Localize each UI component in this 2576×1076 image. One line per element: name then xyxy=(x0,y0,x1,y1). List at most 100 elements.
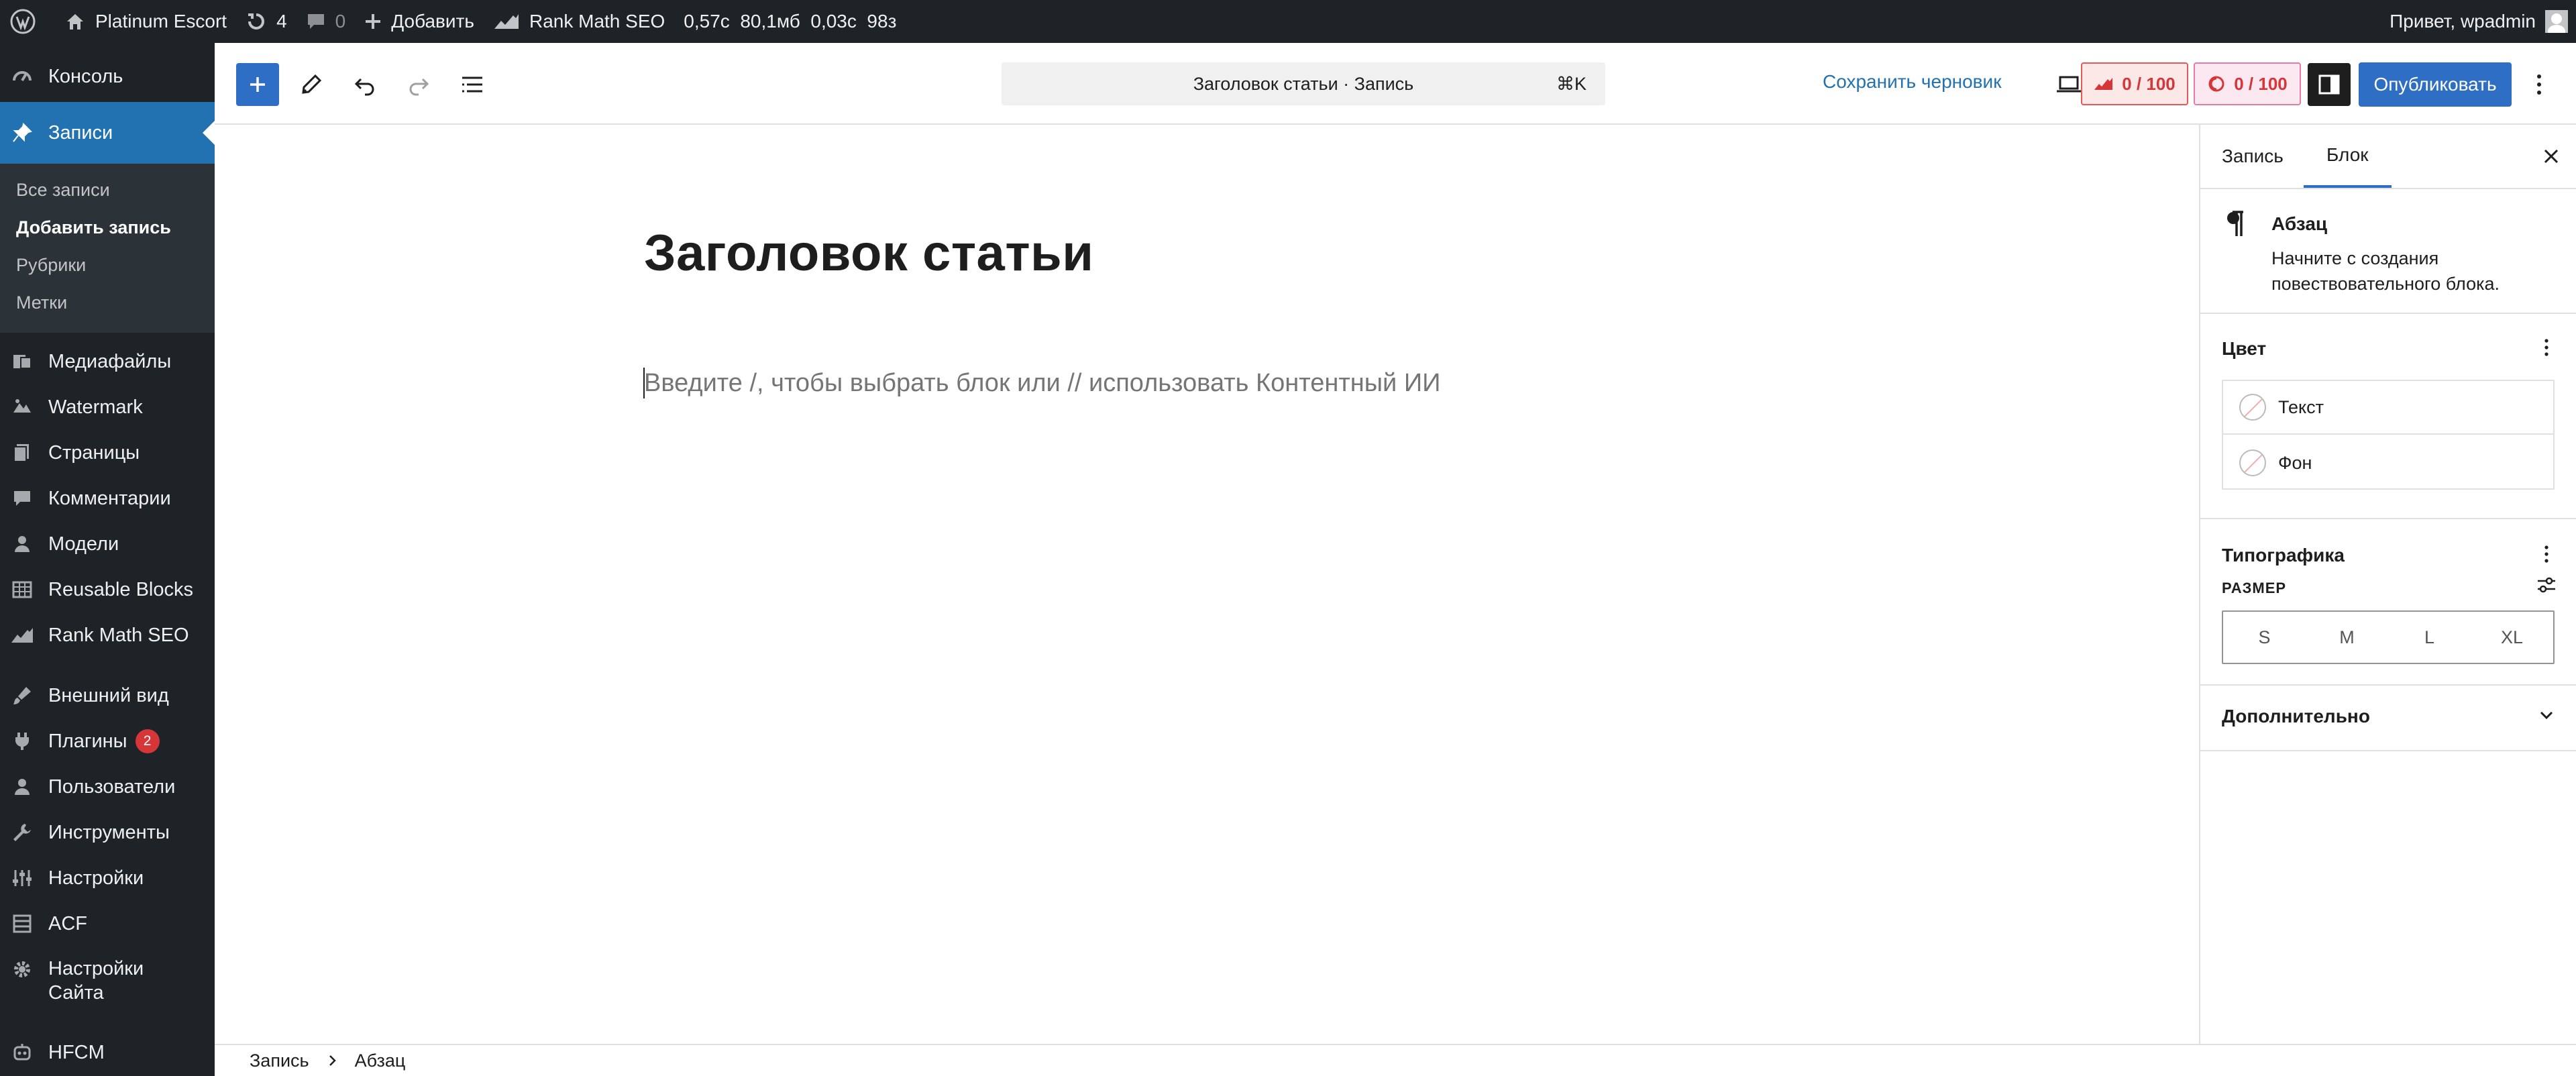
comments-icon xyxy=(9,486,35,511)
sidebar-item-users[interactable]: Пользователи xyxy=(0,766,215,808)
tab-block[interactable]: Блок xyxy=(2304,125,2392,188)
divider xyxy=(2200,313,2576,314)
dashboard-icon xyxy=(9,64,35,89)
redo-button[interactable] xyxy=(397,63,440,106)
block-breadcrumb: Запись Абзац xyxy=(215,1044,2576,1076)
settings-icon xyxy=(9,865,35,891)
sidebar-item-label: Консоль xyxy=(48,65,123,87)
query-monitor[interactable]: 0,57с 80,1мб 0,03с 98з xyxy=(674,0,906,43)
rankmath-icon xyxy=(9,623,35,648)
updates-link[interactable]: 4 xyxy=(236,0,297,43)
sidebar-item-dashboard[interactable]: Консоль xyxy=(0,58,215,95)
sidebar-item-label: Инструменты xyxy=(48,821,170,843)
font-size-label: РАЗМЕР xyxy=(2222,580,2287,596)
color-options-button[interactable] xyxy=(2533,334,2560,361)
sidebar-item-rank-math[interactable]: Rank Math SEO xyxy=(0,614,215,656)
size-option-l[interactable]: L xyxy=(2388,612,2471,663)
typography-options-button[interactable] xyxy=(2533,541,2560,568)
undo-button[interactable] xyxy=(343,63,386,106)
chevron-down-icon xyxy=(2540,711,2553,720)
content-ai-icon xyxy=(2208,76,2224,92)
sidebar-item-comments[interactable]: Комментарии xyxy=(0,478,215,519)
wordpress-logo[interactable] xyxy=(0,0,55,43)
comments-link[interactable]: 0 xyxy=(297,0,356,43)
custom-size-button[interactable] xyxy=(2533,572,2560,598)
sidebar-item-media[interactable]: Медиафайлы xyxy=(0,341,215,382)
rank-math-link[interactable]: Rank Math SEO xyxy=(484,0,674,43)
sidebar-item-label: Watermark xyxy=(48,396,143,418)
size-option-m[interactable]: M xyxy=(2306,612,2388,663)
add-new-link[interactable]: Добавить xyxy=(355,0,484,43)
pin-icon xyxy=(9,120,35,146)
sidebar-item-label: Модели xyxy=(48,533,119,555)
sidebar-item-plugins[interactable]: Плагины 2 xyxy=(0,720,215,762)
pages-icon xyxy=(9,440,35,466)
sidebar-item-hfcm[interactable]: HFCM xyxy=(0,1032,215,1073)
sidebar-item-label: Медиафайлы xyxy=(48,350,172,372)
advanced-panel-toggle[interactable]: Дополнительно xyxy=(2222,706,2370,727)
close-sidebar-button[interactable] xyxy=(2536,141,2567,172)
sidebar-item-label: Rank Math SEO xyxy=(48,624,189,646)
chevron-right-icon xyxy=(329,1055,336,1066)
sidebar-item-pages[interactable]: Страницы xyxy=(0,432,215,474)
publish-button[interactable]: Опубликовать xyxy=(2359,62,2512,107)
seo-score: 0 / 100 xyxy=(2122,73,2176,94)
hfcm-icon xyxy=(9,1040,35,1065)
sidebar-item-reusable-blocks[interactable]: Reusable Blocks xyxy=(0,569,215,610)
undo-icon xyxy=(354,78,374,96)
site-name-link[interactable]: Platinum Escort xyxy=(55,0,236,43)
document-overview-button[interactable] xyxy=(451,63,494,106)
sidebar-item-label: ACF xyxy=(48,912,87,934)
seo-score-button[interactable]: 0 / 100 xyxy=(2081,62,2188,105)
updates-count: 4 xyxy=(276,11,287,32)
tools-icon xyxy=(9,820,35,845)
tools-button[interactable] xyxy=(290,63,333,106)
sidebar-item-label: HFCM xyxy=(48,1041,105,1063)
readability-score-button[interactable]: 0 / 100 xyxy=(2194,62,2301,105)
avatar xyxy=(2545,10,2568,33)
document-title-bar: Заголовок статьи · Запись xyxy=(1193,73,1414,94)
advanced-expand-button[interactable] xyxy=(2533,702,2560,729)
size-option-xl[interactable]: XL xyxy=(2471,612,2553,663)
tab-post[interactable]: Запись xyxy=(2222,125,2284,188)
divider xyxy=(2200,684,2576,686)
sidebar-item-posts[interactable]: Записи xyxy=(0,102,215,164)
submenu-add-post[interactable]: Добавить запись xyxy=(16,217,171,238)
account-menu[interactable]: Привет, wpadmin xyxy=(2390,0,2568,43)
breadcrumb-paragraph[interactable]: Абзац xyxy=(355,1051,406,1071)
block-inserter-button[interactable] xyxy=(236,63,279,106)
refresh-icon xyxy=(248,13,265,30)
background-color-option[interactable]: Фон xyxy=(2223,436,2553,490)
text-color-label: Текст xyxy=(2278,396,2324,417)
sidebar-item-models[interactable]: Модели xyxy=(0,523,215,565)
sidebar-item-appearance[interactable]: Внешний вид xyxy=(0,675,215,716)
posts-submenu: Все записи Добавить запись Рубрики Метки xyxy=(0,164,215,333)
text-color-option[interactable]: Текст xyxy=(2223,381,2553,435)
sidebar-item-label: Комментарии xyxy=(48,487,171,509)
command-palette-button[interactable]: Заголовок статьи · Запись ⌘K xyxy=(1002,62,1605,105)
admin-sidebar: Консоль Записи Все записи Добавить запис… xyxy=(0,43,215,1076)
sidebar-item-label: Настройки Сайта xyxy=(48,958,144,1004)
sidebar-item-watermark[interactable]: Watermark xyxy=(0,386,215,428)
options-menu-button[interactable] xyxy=(2522,63,2556,106)
post-title[interactable]: Заголовок статьи xyxy=(644,224,1093,282)
settings-sidebar-toggle[interactable] xyxy=(2308,63,2351,106)
size-option-s[interactable]: S xyxy=(2223,612,2306,663)
save-draft-button[interactable]: Сохранить черновик xyxy=(1823,71,2001,93)
plugins-icon xyxy=(9,729,35,754)
typography-panel-title: Типографика xyxy=(2222,545,2345,566)
sidebar-item-tools[interactable]: Инструменты xyxy=(0,812,215,853)
watermark-icon xyxy=(9,394,35,420)
sidebar-item-acf[interactable]: ACF xyxy=(0,903,215,945)
submenu-tags[interactable]: Метки xyxy=(16,292,67,313)
breadcrumb-post[interactable]: Запись xyxy=(250,1051,309,1071)
sidebar-toggle-icon xyxy=(2318,74,2340,95)
add-new-label: Добавить xyxy=(391,11,474,32)
submenu-all-posts[interactable]: Все записи xyxy=(16,180,110,201)
paragraph-placeholder[interactable]: Введите /, чтобы выбрать блок или // исп… xyxy=(644,369,1440,398)
sidebar-item-site-settings[interactable]: Настройки Сайта xyxy=(0,949,215,1012)
submenu-categories[interactable]: Рубрики xyxy=(16,255,86,276)
greeting: Привет, wpadmin xyxy=(2390,11,2536,32)
sidebar-item-settings[interactable]: Настройки xyxy=(0,857,215,899)
editor-canvas[interactable]: Заголовок статьи Введите /, чтобы выбрат… xyxy=(215,125,2199,1044)
